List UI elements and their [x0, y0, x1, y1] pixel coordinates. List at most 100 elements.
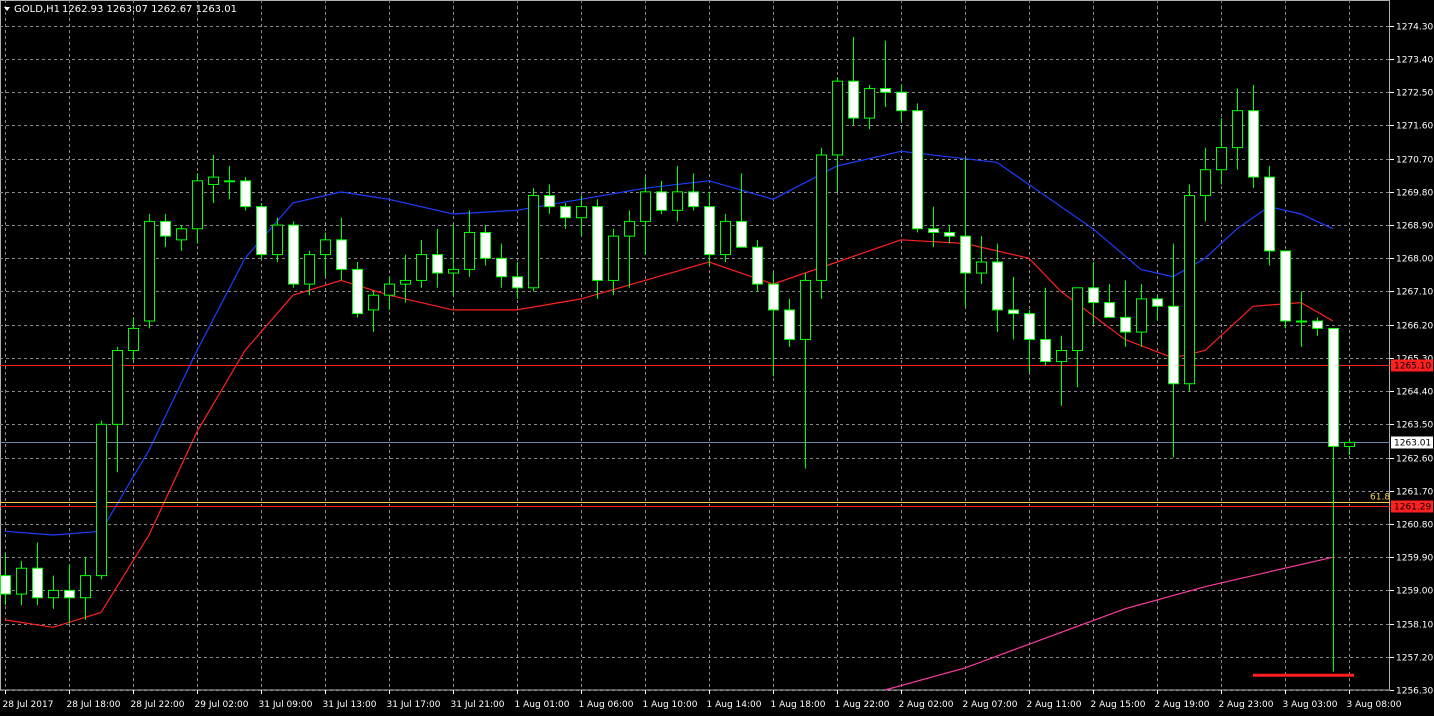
candle-bear: [880, 88, 891, 93]
y-tick-label: 1264.40: [1396, 388, 1433, 398]
candle-bear: [688, 191, 699, 208]
candle-bull: [720, 220, 731, 256]
x-tick-label: 1 Aug 01:00: [515, 700, 570, 710]
candle-bear: [912, 110, 923, 230]
price-chart[interactable]: 61.8 1274.30 1273.40 1272.50 1271.60 1270.70…: [0, 0, 1434, 716]
candle-bear: [928, 228, 939, 233]
candle-bear: [0, 575, 11, 595]
candle-bull: [1296, 320, 1307, 323]
candle-bear: [432, 254, 443, 274]
symbol-label: GOLD,H1: [14, 4, 60, 15]
candle-bull: [800, 279, 811, 340]
candle-bull: [416, 254, 427, 281]
candle-bear: [336, 239, 347, 270]
x-tick-label: 28 Jul 22:00: [131, 700, 185, 710]
y-tick-label: 1258.10: [1396, 621, 1433, 631]
candle-bull: [80, 575, 91, 599]
candle-bear: [1328, 327, 1339, 447]
x-tick-label: 29 Jul 02:00: [195, 700, 249, 710]
price-axis[interactable]: 1274.30 1273.40 1272.50 1271.60 1270.70 1269.…: [1390, 23, 1433, 697]
candle-bull: [128, 327, 139, 352]
x-tick-label: 3 Aug 03:00: [1283, 700, 1338, 710]
candle-bull: [368, 294, 379, 311]
y-tick-label: 1259.00: [1396, 587, 1433, 597]
candle-bear: [960, 235, 971, 274]
candle-bear: [656, 191, 667, 211]
y-tick-label: 1262.60: [1396, 455, 1433, 465]
candle-bear: [1024, 313, 1035, 340]
candle-bull: [1184, 195, 1195, 385]
candle-bull: [816, 154, 827, 281]
y-tick-label: 1267.10: [1396, 288, 1433, 298]
candle-bull: [112, 350, 123, 425]
x-tick-label: 31 Jul 09:00: [259, 700, 313, 710]
candle-bear: [752, 246, 763, 285]
y-tick-label: 1261.70: [1396, 488, 1433, 498]
candle-bull: [448, 268, 459, 274]
y-tick-label: 1269.80: [1396, 189, 1433, 199]
y-tick-label: 1268.90: [1396, 222, 1433, 232]
candle-bear: [1280, 250, 1291, 322]
candle-bull: [16, 567, 27, 595]
candle-bear: [992, 261, 1003, 311]
candle-bear: [160, 220, 171, 237]
candle-bear: [352, 268, 363, 315]
chart-header: GOLD,H1 1262.93 1263.07 1262.67 1263.01: [4, 4, 237, 15]
candle-bull: [640, 191, 651, 222]
candle-bear: [1008, 309, 1019, 315]
candle-bull: [192, 180, 203, 230]
candle-bear: [784, 309, 795, 340]
x-tick-label: 31 Jul 13:00: [323, 700, 377, 710]
x-tick-label: 1 Aug 22:00: [835, 700, 890, 710]
candle-bull: [144, 220, 155, 322]
x-tick-label: 1 Aug 18:00: [771, 700, 826, 710]
candle-bull: [384, 283, 395, 296]
y-tick-label: 1266.20: [1396, 322, 1433, 332]
candle-bear: [480, 231, 491, 259]
x-tick-label: 2 Aug 23:00: [1219, 700, 1274, 710]
x-tick-label: 28 Jul 2017: [3, 700, 54, 710]
candle-bear: [1120, 316, 1131, 333]
y-tick-label: 1256.30: [1396, 687, 1433, 697]
candle-bear: [544, 195, 555, 208]
candle-bull: [976, 261, 987, 274]
y-tick-label: 1272.50: [1396, 89, 1433, 99]
y-tick-label: 1260.80: [1396, 521, 1433, 531]
candle-bear: [704, 206, 715, 256]
x-tick-label: 2 Aug 07:00: [963, 700, 1018, 710]
x-tick-label: 2 Aug 11:00: [1027, 700, 1082, 710]
candle-bear: [1104, 302, 1115, 318]
ohlc-values: 1262.93 1263.07 1262.67 1263.01: [62, 4, 237, 15]
candle-bull: [1136, 298, 1147, 333]
candle-bull: [224, 180, 235, 183]
x-tick-label: 28 Jul 18:00: [67, 700, 121, 710]
candle-bull: [1200, 169, 1211, 197]
candle-bear: [736, 220, 747, 248]
candle-bear: [896, 91, 907, 112]
candle-bear: [944, 231, 955, 237]
candle-bear: [560, 206, 571, 219]
y-tick-label: 1263.50: [1396, 421, 1433, 431]
x-tick-label: 31 Jul 17:00: [387, 700, 441, 710]
y-tick-label: 1271.60: [1396, 122, 1433, 132]
candle-bull: [608, 235, 619, 281]
candle-bull: [624, 220, 635, 237]
candle-bull: [864, 88, 875, 119]
candle-bear: [1152, 298, 1163, 307]
candle-bull: [1072, 287, 1083, 352]
candle-bull: [96, 423, 107, 577]
candle-bear: [1088, 287, 1099, 304]
candle-bear: [1168, 305, 1179, 385]
candle-bear: [592, 206, 603, 281]
candle-bull: [304, 254, 315, 285]
y-tick-label: 1268.00: [1396, 255, 1433, 265]
candle-bear: [1248, 110, 1259, 178]
current-price-price-label: 1263.01: [1394, 439, 1431, 449]
fib-label: 61.8: [1370, 493, 1390, 503]
candle-bear: [512, 276, 523, 289]
upper-level-price-label: 1265.10: [1394, 362, 1431, 372]
candle-bull: [528, 195, 539, 289]
candle-bear: [1312, 320, 1323, 329]
candle-bull: [320, 239, 331, 256]
candle-bear: [848, 80, 859, 119]
